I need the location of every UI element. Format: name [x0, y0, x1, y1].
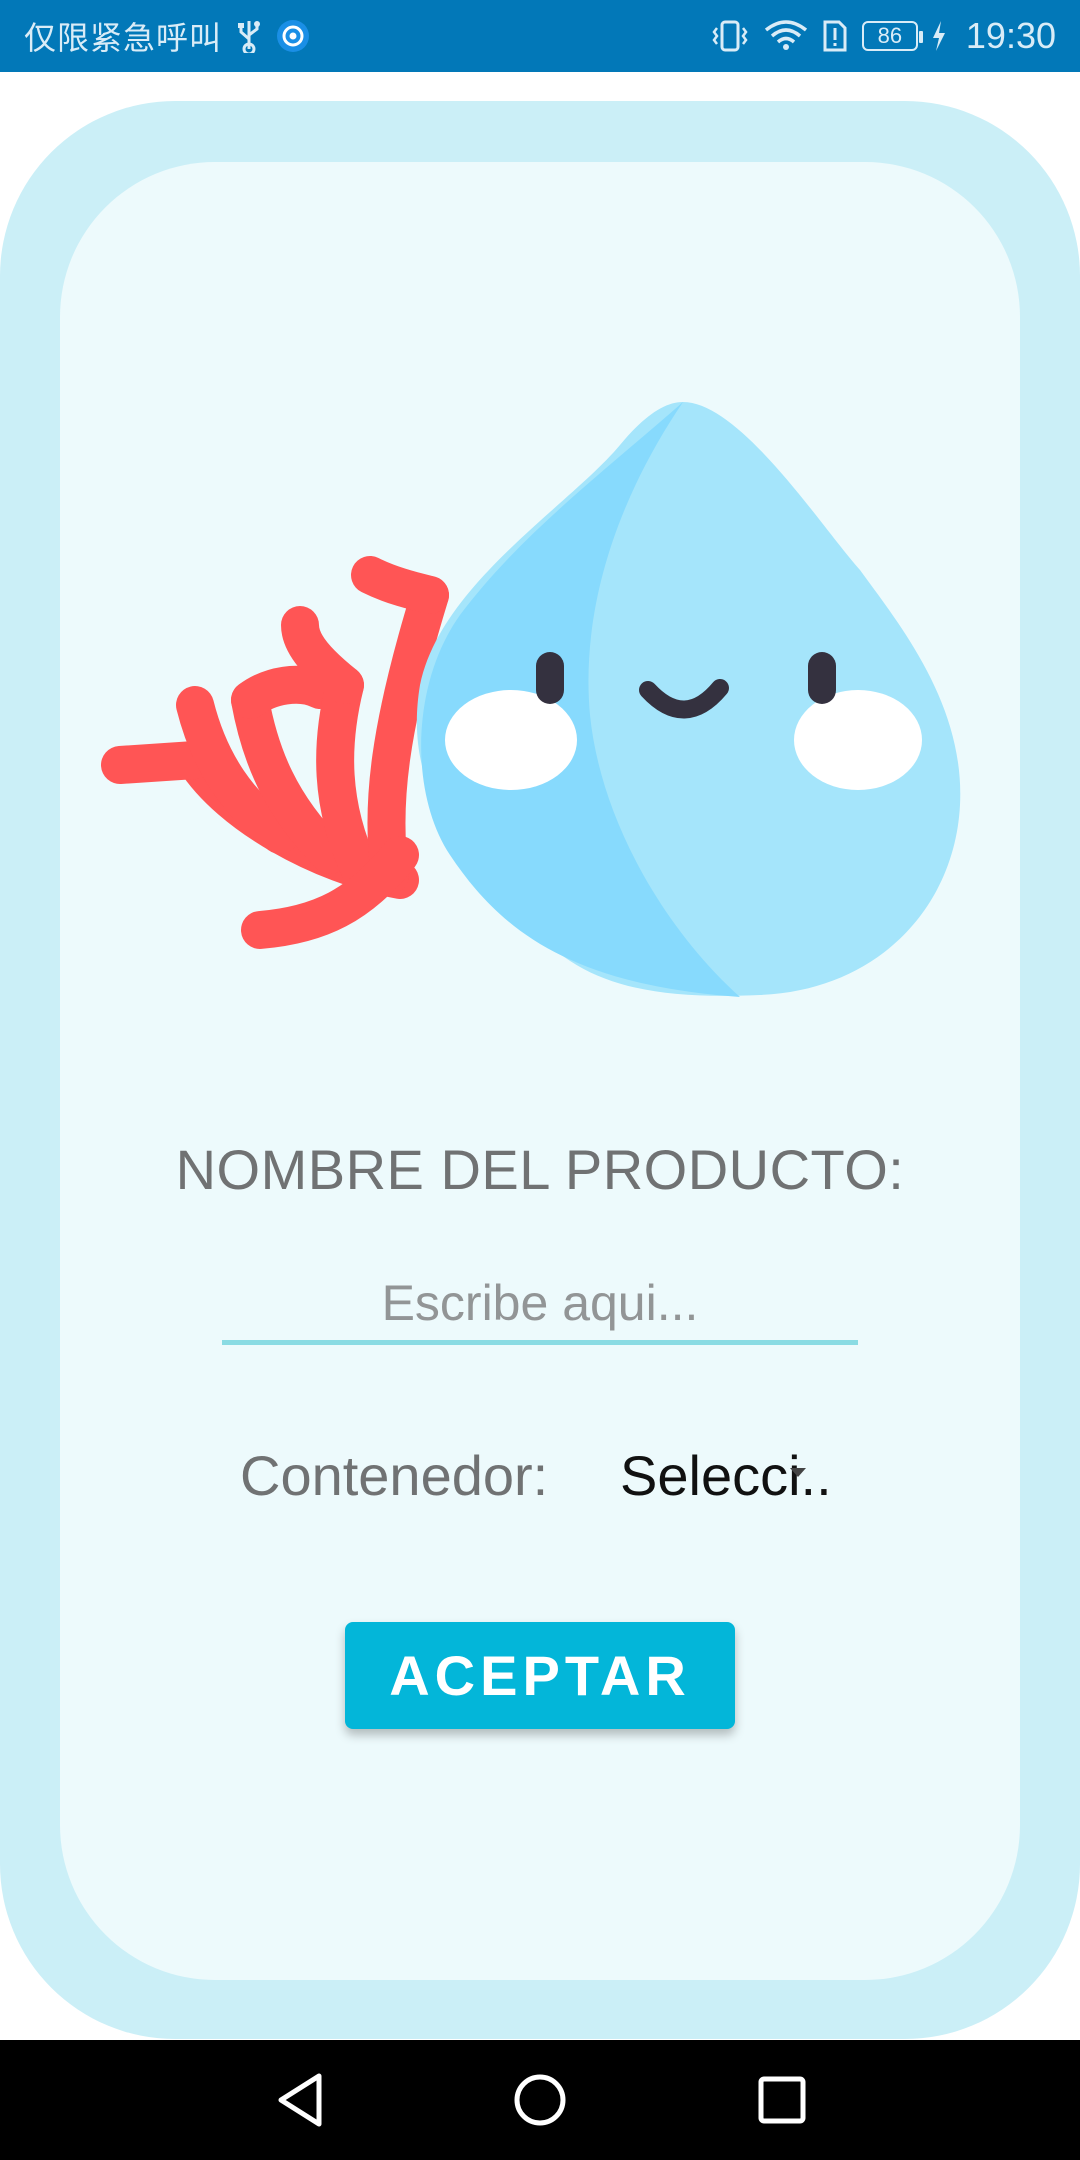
- charging-icon: [932, 21, 946, 51]
- back-icon[interactable]: [270, 2070, 330, 2130]
- water-drop-icon: [416, 402, 961, 997]
- clock: 19:30: [965, 15, 1056, 56]
- usb-icon: [236, 19, 262, 53]
- vibrate-icon: [710, 20, 750, 52]
- status-bar: 仅限紧急呼叫 86 19:30: [0, 0, 1080, 72]
- navigation-bar: [0, 2040, 1080, 2160]
- home-icon[interactable]: [510, 2070, 570, 2130]
- recents-icon[interactable]: [752, 2070, 812, 2130]
- sim-alert-icon: [822, 20, 848, 52]
- water-drop-mascot-with-coral-icon: [100, 385, 980, 1025]
- product-name-label: NOMBRE DEL PRODUCTO:: [175, 1138, 905, 1201]
- battery-level: 86: [877, 23, 903, 48]
- carrier-text: 仅限紧急呼叫: [24, 19, 223, 57]
- product-name-input[interactable]: [222, 1265, 858, 1345]
- accept-button[interactable]: ACEPTAR: [345, 1622, 735, 1729]
- container-select[interactable]: Selecci..: [620, 1443, 850, 1513]
- dropdown-arrow-icon[interactable]: [790, 1468, 806, 1477]
- coral-icon: [101, 556, 449, 949]
- status-left: 仅限紧急呼叫: [24, 13, 310, 59]
- app-notification-icon: [276, 19, 310, 53]
- container-label: Contenedor:: [240, 1444, 549, 1507]
- battery-icon: 86: [861, 21, 923, 51]
- status-right: 86 19:30: [710, 15, 1056, 57]
- wifi-icon: [764, 20, 808, 52]
